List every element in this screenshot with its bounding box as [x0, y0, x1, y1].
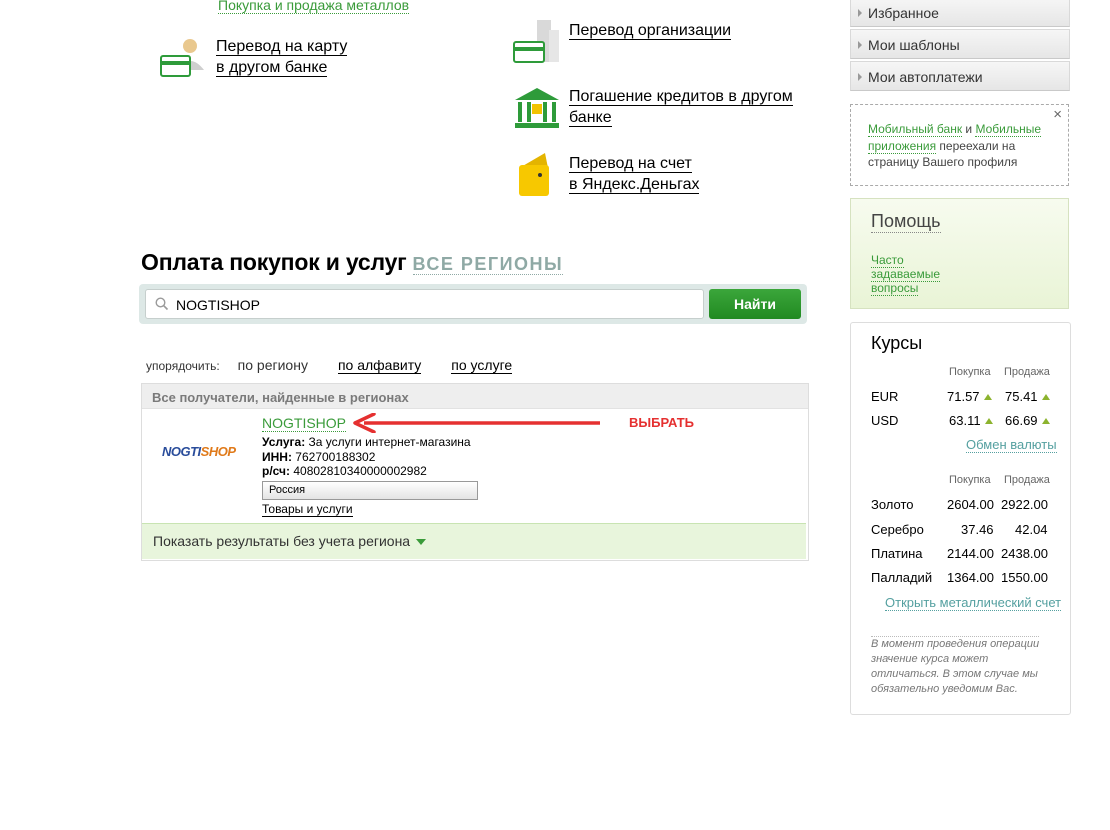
arrow-up-icon — [984, 418, 993, 424]
search-icon — [155, 297, 169, 311]
recipient-details: Услуга: За услуги интернет-магазина ИНН:… — [262, 435, 471, 478]
results-header: Все получатели, найденные в регионах — [142, 384, 808, 409]
rate-row-usd: USD — [871, 413, 899, 428]
metal-row: Палладий — [871, 570, 933, 585]
metal-buy: 2144.00 — [947, 546, 994, 561]
metal-sell: 2438.00 — [1001, 546, 1048, 561]
goods-services-link[interactable]: Товары и услуги — [262, 502, 353, 517]
all-regions-link[interactable]: все регионы — [412, 254, 564, 275]
sell-header: Продажа — [1004, 366, 1050, 378]
metals-trade-link[interactable]: Покупка и продажа металлов — [218, 0, 410, 14]
metal-row: Платина — [871, 546, 923, 561]
region-select[interactable]: Россия — [262, 481, 478, 500]
sort-by-service[interactable]: по услуге — [451, 357, 513, 374]
metal-buy: 37.46 — [961, 522, 994, 537]
sort-label: упорядочить: — [146, 359, 220, 373]
faq-link[interactable]: Часто задаваемые вопросы — [871, 253, 971, 296]
menu-my-autopayments[interactable]: Мои автоплатежи — [850, 61, 1070, 91]
help-box: Помощь Часто задаваемые вопросы — [850, 198, 1069, 309]
close-icon[interactable]: × — [1053, 106, 1062, 124]
rates-title: Курсы — [871, 333, 923, 353]
recipient-logo: NOGTISHOP — [162, 444, 236, 459]
results-panel: Все получатели, найденные в регионах NOG… — [141, 383, 809, 561]
op-loan-repayment[interactable]: Погашение кредитов в другом банке — [513, 86, 793, 134]
metal-buy: 2604.00 — [947, 497, 994, 512]
sort-by-alphabet[interactable]: по алфавиту — [337, 357, 422, 374]
rate-eur-buy: 71.57 — [947, 389, 992, 404]
rate-usd-buy: 63.11 — [949, 413, 993, 428]
metal-sell: 42.04 — [1015, 522, 1048, 537]
metals-sell-header: Продажа — [1004, 474, 1050, 486]
building-card-icon — [513, 20, 561, 68]
search-bar: Найти — [139, 284, 807, 324]
menu-favorites[interactable]: Избранное — [850, 0, 1070, 27]
op-label: Перевод на счет в Яндекс.Деньгах — [569, 155, 700, 194]
metals-buy-header: Покупка — [949, 474, 991, 486]
bank-building-icon — [513, 86, 561, 134]
sort-by-region[interactable]: по региону — [238, 357, 308, 373]
chevron-right-icon — [858, 73, 862, 81]
search-button[interactable]: Найти — [709, 289, 801, 319]
yandex-wallet-icon — [513, 153, 561, 201]
card-person-icon — [160, 36, 208, 84]
arrow-up-icon — [1041, 394, 1050, 400]
chevron-down-icon — [416, 539, 427, 546]
menu-my-templates[interactable]: Мои шаблоны — [850, 29, 1070, 59]
help-title[interactable]: Помощь — [871, 211, 941, 233]
chevron-right-icon — [858, 41, 862, 49]
metal-sell: 1550.00 — [1001, 570, 1048, 585]
op-transfer-organization[interactable]: Перевод организации — [513, 20, 732, 68]
arrow-up-icon — [1041, 418, 1050, 424]
open-metal-account-link[interactable]: Открыть металлический счет — [885, 595, 1062, 611]
metal-sell: 2922.00 — [1001, 497, 1048, 512]
rate-row-eur: EUR — [871, 389, 899, 404]
exchange-link[interactable]: Обмен валюты — [966, 437, 1057, 453]
metal-row: Золото — [871, 497, 914, 512]
show-without-region[interactable]: Показать результаты без учета региона — [142, 523, 806, 559]
buy-header: Покупка — [949, 366, 991, 378]
annotation-label: ВЫБРАТЬ — [629, 415, 695, 430]
op-label: Перевод организации — [569, 22, 732, 40]
rate-usd-sell: 66.69 — [1005, 413, 1050, 428]
op-yandex-money[interactable]: Перевод на счет в Яндекс.Деньгах — [513, 153, 700, 201]
search-box — [145, 289, 704, 320]
rates-disclaimer: В момент проведения операции значение ку… — [871, 638, 1040, 695]
op-label: Перевод на карту в другом банке — [216, 38, 348, 77]
page-title: Оплата покупок и услуг все регионы — [141, 249, 564, 275]
op-label: Погашение кредитов в другом банке — [569, 88, 793, 127]
metal-row: Серебро — [871, 522, 924, 537]
chevron-right-icon — [858, 9, 862, 17]
mobile-bank-link[interactable]: Мобильный банк — [868, 122, 963, 137]
rate-eur-sell: 75.41 — [1005, 389, 1050, 404]
metal-buy: 1364.00 — [947, 570, 994, 585]
search-input[interactable] — [174, 290, 698, 320]
mobile-notice: × Мобильный банк и Мобильные приложения … — [850, 104, 1069, 186]
op-transfer-card-other-bank[interactable]: Перевод на карту в другом банке — [160, 36, 348, 84]
recipient-name-link[interactable]: NOGTISHOP — [262, 415, 347, 432]
arrow-up-icon — [983, 394, 992, 400]
rates-box: Курсы Покупка Продажа EUR 71.57 75.41 US… — [850, 322, 1071, 715]
sort-bar: упорядочить: по региону по алфавиту по у… — [146, 357, 542, 374]
red-arrow-annotation — [353, 413, 600, 433]
